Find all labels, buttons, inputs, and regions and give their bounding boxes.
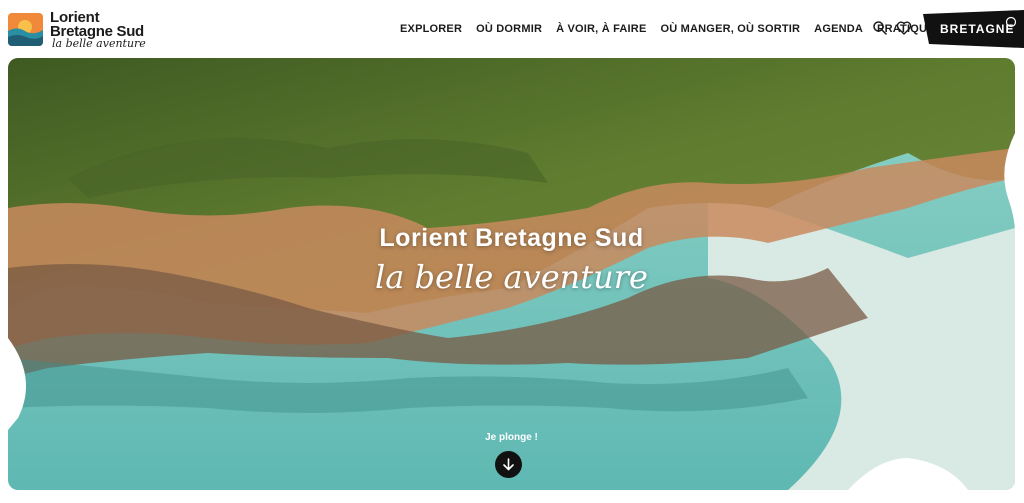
hero-banner: Lorient Bretagne Sud la belle aventure J… <box>8 58 1015 490</box>
main-nav: EXPLORER OÙ DORMIR À VOIR, À FAIRE OÙ MA… <box>400 21 935 37</box>
site-header: Lorient Bretagne Sud la belle aventure E… <box>0 0 1024 58</box>
nav-item-agenda[interactable]: AGENDA <box>814 21 863 37</box>
nav-item-ou-manger-ou-sortir[interactable]: OÙ MANGER, OÙ SORTIR <box>661 21 801 37</box>
heart-icon[interactable] <box>896 20 912 36</box>
scroll-down-button[interactable] <box>495 451 522 478</box>
nav-item-a-voir-a-faire[interactable]: À VOIR, À FAIRE <box>556 21 646 37</box>
logo-tagline: la belle aventure <box>52 37 146 50</box>
nav-item-ou-dormir[interactable]: OÙ DORMIR <box>476 21 542 37</box>
scroll-cta-label: Je plonge ! <box>485 432 538 443</box>
nav-item-explorer[interactable]: EXPLORER <box>400 21 462 37</box>
bretagne-badge-label: BRETAGNE <box>940 22 1015 36</box>
search-icon[interactable] <box>872 20 888 36</box>
site-logo[interactable]: Lorient Bretagne Sud la belle aventure <box>8 10 148 50</box>
arrow-down-icon <box>503 458 514 471</box>
hero-subtitle: la belle aventure <box>375 258 648 296</box>
logo-mark <box>8 13 43 46</box>
bretagne-badge[interactable]: BRETAGNE <box>923 10 1024 48</box>
hero-title: Lorient Bretagne Sud <box>379 224 644 252</box>
